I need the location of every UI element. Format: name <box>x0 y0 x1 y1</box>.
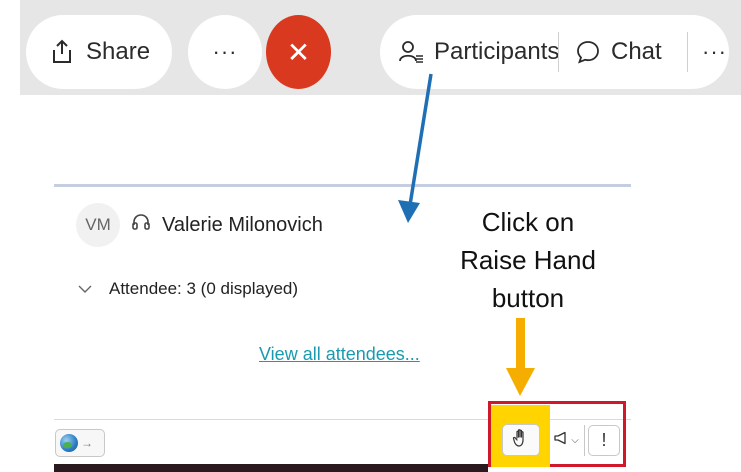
blue-arrow <box>398 73 433 223</box>
annotation-arrows <box>398 73 535 396</box>
orange-arrow <box>506 318 535 396</box>
